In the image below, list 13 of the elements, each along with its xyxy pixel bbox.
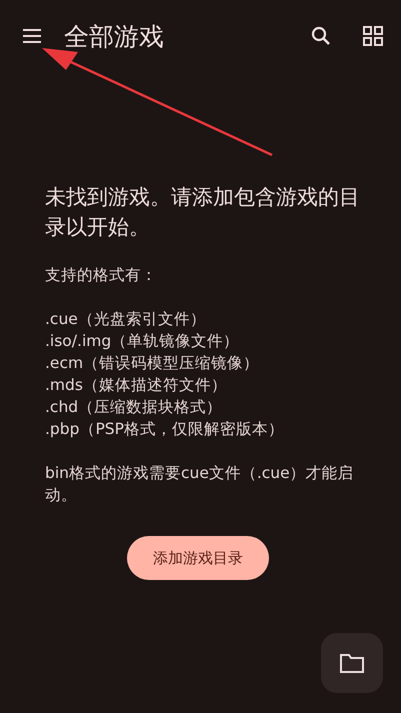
format-item: .cue（光盘索引文件）: [45, 309, 207, 330]
format-item: .mds（媒体描述符文件）: [45, 375, 228, 396]
folder-button[interactable]: [321, 633, 383, 693]
formats-intro: 支持的格式有：: [45, 265, 158, 286]
add-directory-button[interactable]: 添加游戏目录: [127, 536, 269, 580]
format-item: .ecm（错误码模型压缩镜像）: [45, 353, 260, 374]
format-item: .pbp（PSP格式，仅限解密版本）: [45, 419, 285, 440]
page-title: 全部游戏: [64, 20, 165, 52]
format-item: .iso/.img（单轨镜像文件）: [45, 331, 240, 352]
empty-heading: 未找到游戏。请添加包含游戏的目录以开始。: [45, 184, 361, 241]
note-text: bin格式的游戏需要cue文件（.cue）才能启动。: [45, 463, 355, 506]
format-item: .chd（压缩数据块格式）: [45, 397, 224, 418]
folder-icon: [339, 652, 365, 674]
